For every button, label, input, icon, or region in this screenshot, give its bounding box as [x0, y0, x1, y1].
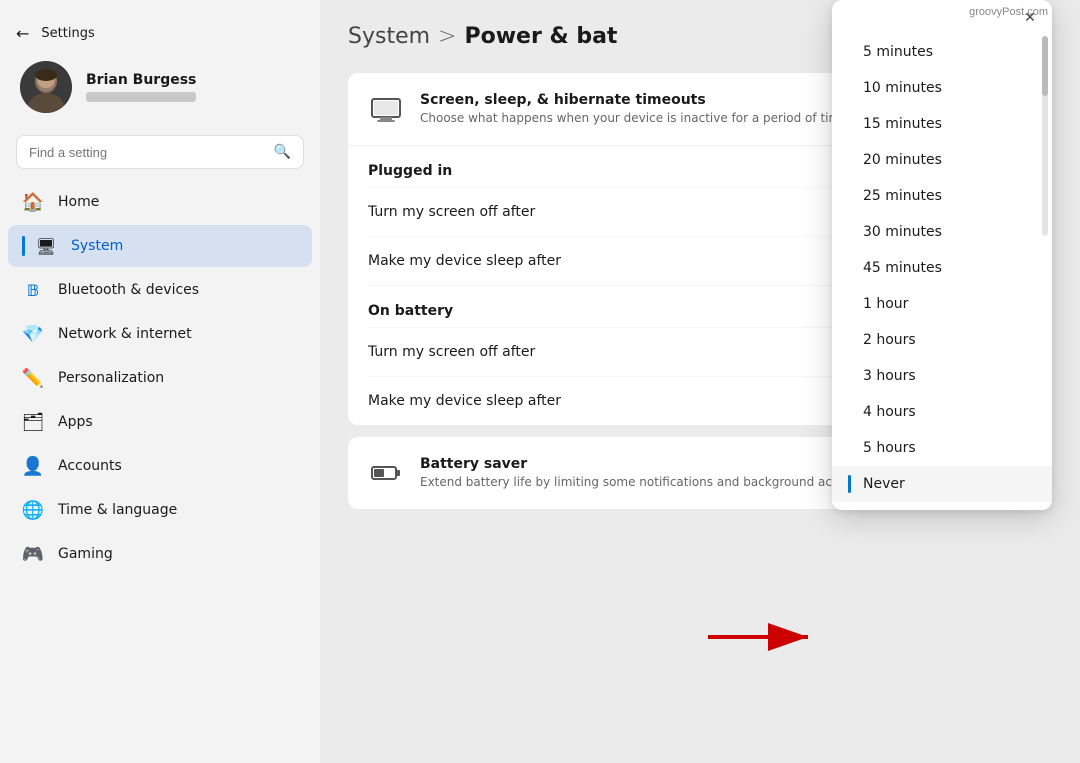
breadcrumb-prefix: System	[348, 24, 430, 49]
dropdown-item-15min[interactable]: 15 minutes	[832, 106, 1052, 142]
sleep-plugged-label: Make my device sleep after	[368, 253, 561, 269]
dropdown-item-4hr[interactable]: 4 hours	[832, 394, 1052, 430]
battery-saver-text: Battery saver Extend battery life by lim…	[420, 456, 880, 491]
dropdown-item-30min[interactable]: 30 minutes	[832, 214, 1052, 250]
sidebar-item-label: Time & language	[58, 502, 177, 518]
dropdown-item-label: 3 hours	[863, 368, 916, 384]
sidebar: ← Settings Brian Burgess 🔍 🏠 Home	[0, 0, 320, 763]
sidebar-item-label: Home	[58, 194, 99, 210]
user-section: Brian Burgess	[0, 51, 320, 123]
plugged-in-label: Plugged in	[368, 163, 452, 179]
sidebar-item-apps[interactable]: 🗂 Apps	[8, 401, 312, 443]
sidebar-item-label: System	[71, 238, 123, 254]
dropdown-item-label: 10 minutes	[863, 80, 942, 96]
gaming-icon: 🎮	[22, 543, 44, 565]
dropdown-item-label: 25 minutes	[863, 188, 942, 204]
dropdown-item-2hr[interactable]: 2 hours	[832, 322, 1052, 358]
screen-off-plugged-label: Turn my screen off after	[368, 204, 535, 220]
sidebar-item-label: Apps	[58, 414, 93, 430]
sidebar-item-bluetooth[interactable]: 𝔹 Bluetooth & devices	[8, 269, 312, 311]
scrollbar-thumb[interactable]	[1042, 36, 1048, 96]
home-icon: 🏠	[22, 191, 44, 213]
dropdown-list: 5 minutes 10 minutes 15 minutes 20 minut…	[832, 30, 1052, 510]
dropdown-item-3hr[interactable]: 3 hours	[832, 358, 1052, 394]
time-icon: 🌐	[22, 499, 44, 521]
sidebar-item-label: Bluetooth & devices	[58, 282, 199, 298]
active-indicator	[22, 236, 25, 256]
dropdown-item-label: 1 hour	[863, 296, 908, 312]
dropdown-item-label: Never	[863, 476, 905, 492]
bluetooth-icon: 𝔹	[22, 279, 44, 301]
screen-off-battery-label: Turn my screen off after	[368, 344, 535, 360]
main-content: System > Power & bat Screen, sleep, & hi…	[320, 0, 1080, 763]
dropdown-item-label: 5 minutes	[863, 44, 933, 60]
on-battery-label: On battery	[368, 303, 453, 319]
user-email-bar	[86, 92, 196, 102]
dropdown-item-label: 4 hours	[863, 404, 916, 420]
battery-saver-subtitle: Extend battery life by limiting some not…	[420, 474, 880, 491]
search-input[interactable]	[29, 145, 266, 160]
dropdown-item-never[interactable]: Never	[832, 466, 1052, 502]
network-icon: 💎	[22, 323, 44, 345]
personalization-icon: ✏️	[22, 367, 44, 389]
user-info: Brian Burgess	[86, 72, 196, 102]
breadcrumb-title: Power & bat	[464, 24, 617, 49]
dropdown-item-5hr[interactable]: 5 hours	[832, 430, 1052, 466]
search-icon: 🔍	[274, 144, 291, 160]
sidebar-item-label: Gaming	[58, 546, 113, 562]
sidebar-item-label: Personalization	[58, 370, 164, 386]
dropdown-item-label: 20 minutes	[863, 152, 942, 168]
sidebar-item-network[interactable]: 💎 Network & internet	[8, 313, 312, 355]
avatar	[20, 61, 72, 113]
sidebar-item-home[interactable]: 🏠 Home	[8, 181, 312, 223]
system-icon: 🖥	[35, 235, 57, 257]
back-button[interactable]: ← Settings	[0, 16, 320, 51]
sidebar-item-personalization[interactable]: ✏️ Personalization	[8, 357, 312, 399]
dropdown-item-label: 5 hours	[863, 440, 916, 456]
red-arrow-indicator	[708, 621, 828, 653]
settings-label: Settings	[41, 26, 94, 41]
dropdown-item-label: 30 minutes	[863, 224, 942, 240]
user-name: Brian Burgess	[86, 72, 196, 88]
dropdown-item-label: 2 hours	[863, 332, 916, 348]
sidebar-item-system[interactable]: 🖥 System	[8, 225, 312, 267]
dropdown-item-1hr[interactable]: 1 hour	[832, 286, 1052, 322]
scrollbar-track[interactable]	[1042, 36, 1048, 236]
dropdown-item-25min[interactable]: 25 minutes	[832, 178, 1052, 214]
dropdown-item-label: 15 minutes	[863, 116, 942, 132]
dropdown-menu: ✕ 5 minutes 10 minutes 15 minutes 20 mi	[832, 0, 1052, 510]
sleep-battery-label: Make my device sleep after	[368, 393, 561, 409]
back-arrow-icon: ←	[16, 24, 29, 43]
nav-items: 🏠 Home 🖥 System 𝔹 Bluetooth & devices 💎 …	[0, 181, 320, 575]
sidebar-item-label: Accounts	[58, 458, 122, 474]
accounts-icon: 👤	[22, 455, 44, 477]
dropdown-close-button[interactable]: ✕	[1018, 6, 1042, 30]
breadcrumb-sep: >	[438, 24, 456, 49]
apps-icon: 🗂	[22, 411, 44, 433]
sidebar-item-label: Network & internet	[58, 326, 192, 342]
dropdown-item-20min[interactable]: 20 minutes	[832, 142, 1052, 178]
dropdown-item-5min[interactable]: 5 minutes	[832, 34, 1052, 70]
dropdown-item-10min[interactable]: 10 minutes	[832, 70, 1052, 106]
sleep-icon	[368, 91, 404, 127]
dropdown-item-label: 45 minutes	[863, 260, 942, 276]
sidebar-item-time[interactable]: 🌐 Time & language	[8, 489, 312, 531]
search-box[interactable]: 🔍	[16, 135, 304, 169]
sidebar-item-accounts[interactable]: 👤 Accounts	[8, 445, 312, 487]
battery-saver-title: Battery saver	[420, 456, 880, 472]
dropdown-header: ✕	[832, 0, 1052, 30]
battery-icon	[368, 455, 404, 491]
sidebar-item-gaming[interactable]: 🎮 Gaming	[8, 533, 312, 575]
dropdown-item-45min[interactable]: 45 minutes	[832, 250, 1052, 286]
